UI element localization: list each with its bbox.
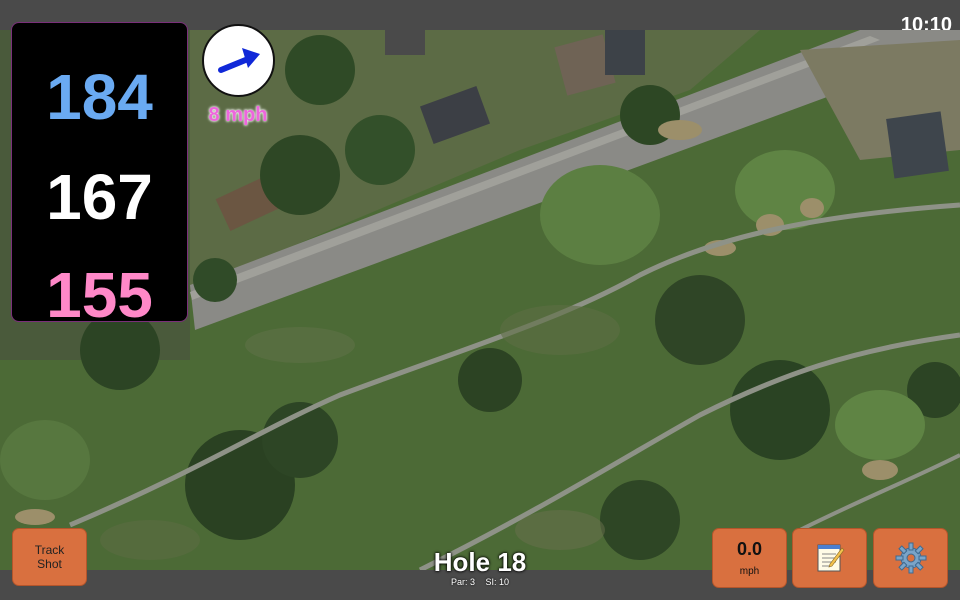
wind-direction-dial bbox=[202, 24, 275, 97]
notepad-icon bbox=[817, 544, 844, 572]
settings-button[interactable] bbox=[873, 528, 948, 588]
gear-icon bbox=[895, 542, 926, 574]
arrow-up-right-icon bbox=[218, 48, 260, 73]
track-shot-label-line2: Shot bbox=[37, 557, 62, 571]
back-distance: 184 bbox=[46, 61, 153, 133]
speed-button[interactable]: 0.0 mph bbox=[712, 528, 787, 588]
hole-details: Par: 3 SI: 10 bbox=[380, 577, 580, 587]
track-shot-label-line1: Track bbox=[34, 543, 65, 557]
middle-distance: 167 bbox=[46, 161, 153, 233]
track-shot-button[interactable]: Track Shot bbox=[12, 528, 87, 586]
hole-par: Par: 3 bbox=[450, 577, 475, 587]
distance-panel: 184 167 155 bbox=[11, 22, 188, 327]
wind-speed-label: 8 mph bbox=[208, 104, 268, 126]
notes-button[interactable] bbox=[792, 528, 867, 588]
hole-stroke-index: SI: 10 bbox=[485, 577, 510, 587]
hole-title: Hole 18 bbox=[433, 547, 527, 577]
speed-value: 0.0 bbox=[736, 539, 763, 559]
speed-unit: mph bbox=[739, 566, 760, 577]
front-distance: 155 bbox=[46, 259, 153, 331]
